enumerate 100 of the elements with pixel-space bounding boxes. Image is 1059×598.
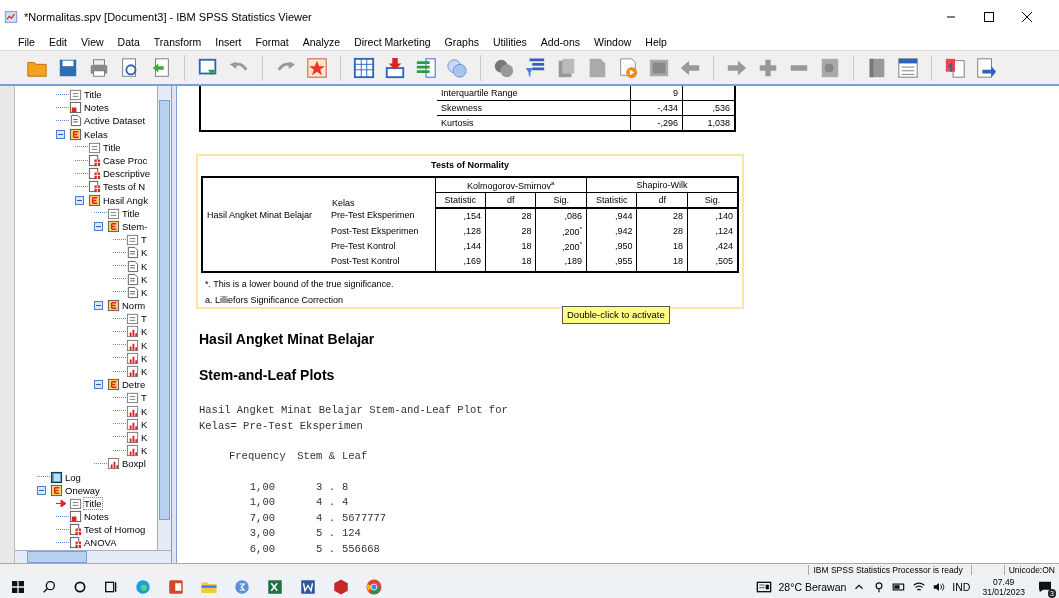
row-header: Post-Test Kontrol (327, 256, 435, 272)
clock-date[interactable]: 31/01/2023 (982, 586, 1025, 597)
presentation-app-icon[interactable] (167, 577, 185, 596)
tree-item[interactable]: Boxpl (122, 458, 146, 470)
menu-item[interactable]: Window (593, 36, 632, 48)
tree-item[interactable]: K (141, 431, 148, 443)
sigma-app-icon[interactable] (233, 577, 251, 596)
collapse-toggle[interactable] (56, 129, 65, 139)
tree-item[interactable]: K (141, 352, 148, 364)
stem-value: 4 . (315, 495, 335, 510)
tree-item[interactable]: Hasil Angk (103, 194, 148, 206)
tree-item[interactable]: K (141, 260, 148, 272)
document-app-icon[interactable] (299, 577, 317, 596)
tree-item[interactable]: K (141, 286, 148, 298)
collapse-toggle[interactable] (75, 195, 84, 205)
table-cell: -,434 (630, 100, 683, 116)
clock-time[interactable]: 07.49 (993, 576, 1015, 587)
search-icon[interactable] (41, 578, 57, 595)
tree-item[interactable]: Case Proc (103, 155, 148, 167)
menu-item[interactable]: Help (645, 36, 667, 48)
tree-item[interactable]: T (141, 392, 147, 404)
menu-item[interactable]: Insert (215, 36, 242, 48)
frequency-value: 6,00 (248, 541, 276, 557)
menu-item[interactable]: Transform (153, 36, 202, 48)
round-browser-icon[interactable] (365, 577, 383, 596)
star-table-icon[interactable] (306, 56, 328, 79)
table-cell: ,189 (536, 256, 587, 272)
bar-list-icon[interactable] (415, 56, 437, 79)
horizontal-scrollbar[interactable] (15, 550, 171, 563)
menu-item[interactable]: Utilities (493, 36, 527, 48)
tree-item[interactable]: T (141, 313, 147, 325)
funnel-list-icon[interactable] (524, 56, 546, 79)
tree-item[interactable]: Oneway (65, 484, 100, 496)
spreadsheet-app-icon[interactable] (266, 577, 284, 596)
tree-item[interactable]: K (141, 405, 148, 417)
tree-item[interactable]: K (141, 445, 148, 457)
tree-item[interactable]: Log (65, 471, 81, 483)
collapse-toggle[interactable] (94, 380, 103, 390)
menu-item[interactable]: Analyze (302, 36, 341, 48)
tree-item[interactable]: Descriptive (103, 168, 150, 180)
tree-item[interactable]: T (141, 234, 147, 246)
menu-item[interactable]: Edit (48, 36, 67, 48)
menu-item[interactable]: Data (117, 36, 140, 48)
tree-item[interactable]: Stem- (122, 220, 148, 232)
tree-item[interactable]: Notes (84, 102, 109, 114)
down-arrow-grid-icon[interactable] (384, 56, 406, 79)
tree-item[interactable]: Norm (122, 300, 146, 312)
column-group-header: Kolmogorov-Smirnov$^{a}$ (435, 177, 587, 193)
tree-item[interactable]: Detre (122, 379, 146, 391)
menu-item[interactable]: Graphs (444, 36, 479, 48)
collapse-toggle[interactable] (94, 301, 103, 311)
language-indicator[interactable]: IND (952, 580, 971, 593)
grid-icon[interactable] (353, 56, 375, 79)
tree-item[interactable]: K (141, 418, 148, 430)
tree-item[interactable]: Tests of N (103, 181, 146, 193)
column-header: Leaf (341, 449, 369, 464)
table-cell: ,086 (536, 208, 587, 226)
tooltip: Double-click to activate (562, 306, 670, 324)
menu-item[interactable]: Add-ons (540, 36, 580, 48)
table-cell: ,942 (586, 226, 637, 241)
tree-item[interactable]: K (141, 339, 148, 351)
book-icon (69, 127, 82, 141)
title-page-icon (126, 233, 139, 247)
weather-text[interactable]: 28°C Berawan (778, 580, 847, 593)
tree-item[interactable]: K (141, 273, 148, 285)
tree-item[interactable]: Kelas (84, 128, 108, 140)
tree-item[interactable]: K (141, 366, 148, 378)
tree-item[interactable]: K (141, 326, 148, 338)
tree-item[interactable]: Test of Homog (84, 524, 146, 536)
menu-item[interactable]: Format (255, 36, 289, 48)
maximize-icon[interactable] (983, 11, 995, 23)
tree-item[interactable]: K (141, 247, 148, 259)
title-page-icon (126, 312, 139, 326)
windows-logo-icon[interactable] (10, 578, 26, 595)
tree-item[interactable]: ANOVA (84, 537, 117, 549)
window-icon[interactable] (897, 56, 919, 79)
tree-item[interactable]: Title (122, 207, 140, 219)
collapse-toggle[interactable] (94, 221, 103, 231)
column-header: Frequency (229, 449, 287, 464)
vertical-scrollbar[interactable] (157, 86, 171, 550)
menu-item[interactable]: View (81, 36, 104, 48)
close-icon[interactable] (1021, 11, 1033, 23)
cube-app-icon[interactable] (332, 577, 350, 596)
menu-item[interactable]: File (18, 36, 35, 48)
section-heading: Stem-and-Leaf Plots (199, 367, 336, 383)
tree-item[interactable]: Active Dataset (84, 115, 146, 127)
page-arrow-right-icon[interactable] (975, 56, 997, 79)
tree-item[interactable]: Notes (84, 511, 109, 523)
pages-arrow-icon[interactable] (944, 56, 966, 79)
tree-item[interactable]: Title (103, 141, 121, 153)
printer-icon[interactable] (88, 56, 110, 79)
collapse-toggle[interactable] (37, 485, 46, 495)
table-cell: 18 (636, 241, 688, 256)
tree-item[interactable]: Title (84, 497, 102, 509)
browser-swirl-icon[interactable] (134, 577, 152, 596)
page-play-icon[interactable] (617, 56, 639, 79)
tree-item[interactable]: Title (84, 89, 102, 101)
page-arrow-icon[interactable] (150, 56, 172, 79)
table-cell: ,536 (682, 100, 735, 116)
menu-item[interactable]: Direct Marketing (354, 36, 431, 48)
